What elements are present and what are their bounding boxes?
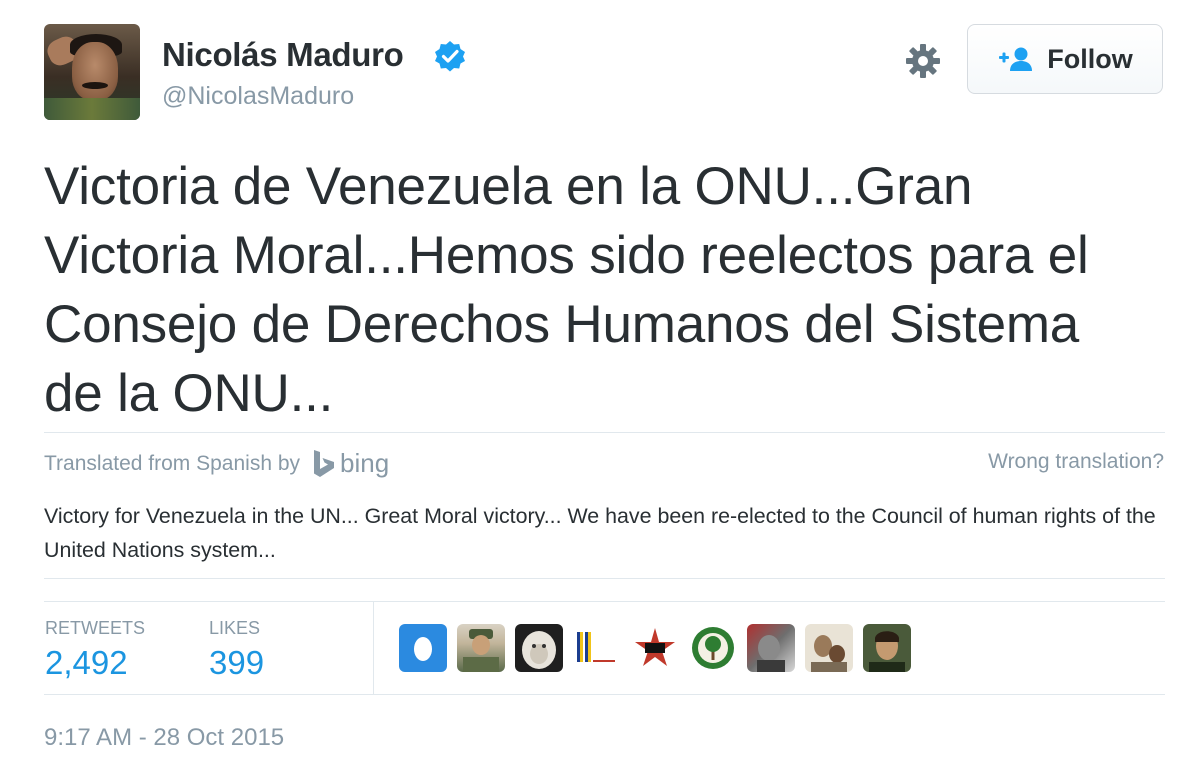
- divider: [44, 432, 1165, 433]
- default-egg-icon: [414, 637, 432, 661]
- liker-photo: [577, 632, 615, 662]
- liker-photo: [757, 635, 785, 672]
- liker-photo: [463, 629, 499, 672]
- divider: [44, 694, 1165, 695]
- follow-button[interactable]: Follow: [967, 24, 1163, 94]
- liker-photo: [635, 628, 675, 666]
- verified-badge-icon: [435, 41, 465, 72]
- gear-icon[interactable]: [904, 42, 942, 80]
- avatar-mustache: [82, 82, 108, 89]
- liker-avatar[interactable]: [863, 624, 911, 672]
- liker-photo: [692, 627, 734, 669]
- likes-count[interactable]: 399: [209, 644, 264, 682]
- liker-avatar[interactable]: [515, 624, 563, 672]
- tweet-text-line: Consejo de Derechos Humanos del Sistema: [44, 295, 1080, 354]
- user-name[interactable]: Nicolás Maduro: [162, 36, 404, 74]
- liker-avatar[interactable]: [805, 624, 853, 672]
- tweet-text: Victoria de Venezuela en la ONU...Gran V…: [44, 152, 1174, 428]
- follow-button-label: Follow: [1047, 43, 1133, 74]
- avatar-shirt: [44, 98, 140, 120]
- translation-text: Victory for Venezuela in the UN... Great…: [44, 504, 1156, 562]
- stats-separator: [373, 602, 374, 694]
- tweet-timestamp[interactable]: 9:17 AM - 28 Oct 2015: [44, 724, 284, 752]
- add-user-icon: [999, 47, 1033, 71]
- tweet-text-line: de la ONU...: [44, 364, 334, 423]
- translation-attribution: Translated from Spanish by bing: [44, 448, 389, 479]
- liker-photo: [522, 631, 556, 669]
- liker-photo: [811, 635, 847, 672]
- likers-list: [399, 624, 911, 672]
- bing-label: bing: [340, 448, 390, 478]
- liker-avatar[interactable]: [747, 624, 795, 672]
- bing-logo[interactable]: bing: [312, 448, 389, 479]
- liker-avatar[interactable]: [573, 624, 621, 672]
- liker-avatar[interactable]: [399, 624, 447, 672]
- retweets-count[interactable]: 2,492: [45, 644, 128, 682]
- bing-icon: [314, 449, 335, 477]
- translation-prefix: Translated from Spanish by: [44, 451, 301, 475]
- avatar-face: [72, 42, 118, 100]
- liker-photo: [869, 631, 905, 672]
- divider: [44, 601, 1165, 602]
- user-handle[interactable]: @NicolasMaduro: [162, 82, 354, 111]
- divider: [44, 578, 1165, 579]
- retweets-label[interactable]: RETWEETS: [45, 618, 145, 639]
- tweet-text-line: Victoria de Venezuela en la ONU...Gran: [44, 157, 973, 216]
- liker-avatar[interactable]: [689, 624, 737, 672]
- avatar[interactable]: [44, 24, 140, 120]
- tweet-text-line: Victoria Moral...Hemos sido reelectos pa…: [44, 226, 1089, 285]
- liker-avatar[interactable]: [631, 624, 679, 672]
- liker-avatar[interactable]: [457, 624, 505, 672]
- likes-label[interactable]: LIKES: [209, 618, 260, 639]
- wrong-translation-link[interactable]: Wrong translation?: [988, 450, 1164, 474]
